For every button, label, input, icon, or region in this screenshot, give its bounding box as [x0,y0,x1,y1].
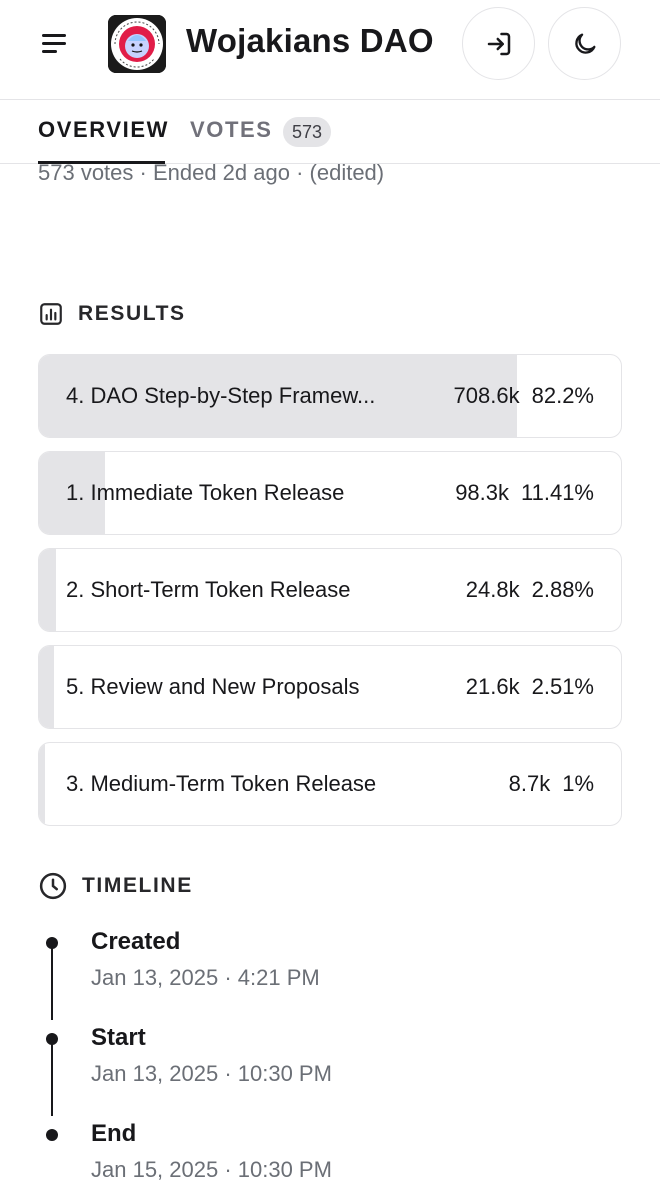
result-numbers: 98.3k 11.41% [455,452,594,534]
result-bar-fill [39,743,45,825]
timeline-event-title: End [91,1120,137,1147]
result-percentage: 2.88% [531,577,594,602]
clock-icon [39,872,67,900]
result-numbers: 21.6k 2.51% [466,646,594,728]
timeline-connector [51,1039,53,1116]
tab-votes[interactable]: VOTES [190,117,273,143]
result-row[interactable]: 1. Immediate Token Release 98.3k 11.41% [38,451,622,535]
result-row[interactable]: 3. Medium-Term Token Release 8.7k 1% [38,742,622,826]
timeline-event-date: Jan 15, 2025 · 10:30 PM [91,1157,332,1182]
result-row[interactable]: 4. DAO Step-by-Step Framew... 708.6k 82.2% [38,354,622,438]
result-numbers: 24.8k 2.88% [466,549,594,631]
result-vote-count: 24.8k [465,577,520,602]
timeline-section-header: TIMELINE [38,871,193,901]
result-percentage: 11.41% [521,480,594,505]
result-percentage: 82.2% [531,383,594,408]
result-vote-count: 708.6k [453,383,520,408]
votes-count-badge: 573 [283,117,332,147]
result-vote-count: 98.3k [455,480,510,505]
timeline-dot [46,937,58,949]
results-heading: RESULTS [78,302,186,325]
timeline-dot [46,1033,58,1045]
result-numbers: 708.6k 82.2% [454,355,594,437]
login-button[interactable] [462,7,535,80]
timeline-event-title: Start [91,1024,146,1051]
login-icon [487,32,510,55]
result-row[interactable]: 5. Review and New Proposals 21.6k 2.51% [38,645,622,729]
results-section-header: RESULTS [38,301,186,327]
result-choice-label: 1. Immediate Token Release [66,480,345,505]
timeline-event-title: Created [91,928,181,955]
timeline-heading: TIMELINE [82,874,193,897]
app-title: Wojakians DAO [186,22,434,59]
timeline-dot [46,1129,58,1141]
timeline-event-date: Jan 13, 2025 · 4:21 PM [91,965,320,990]
bar-chart-icon [40,303,62,325]
result-choice-label: 3. Medium-Term Token Release [66,771,377,796]
result-vote-count: 8.7k [508,771,551,796]
menu-icon[interactable] [38,30,72,60]
tab-bar: OVERVIEW VOTES 573 [0,100,660,164]
timeline-event-date: Jan 13, 2025 · 10:30 PM [91,1061,332,1086]
result-numbers: 8.7k 1% [509,743,594,825]
result-choice-label: 4. DAO Step-by-Step Framew... [66,383,376,408]
result-choice-label: 5. Review and New Proposals [66,674,360,699]
result-bar-fill [39,549,56,631]
theme-toggle-button[interactable] [548,7,621,80]
dao-logo[interactable] [108,15,166,73]
result-row[interactable]: 2. Short-Term Token Release 24.8k 2.88% [38,548,622,632]
result-choice-label: 2. Short-Term Token Release [66,577,351,602]
dao-logo-image [108,15,166,73]
timeline-connector [51,943,53,1020]
proposal-meta: 573 votes · Ended 2d ago · (edited) [38,160,385,185]
result-bar-fill [39,646,54,728]
result-percentage: 1% [562,771,594,796]
result-percentage: 2.51% [531,674,594,699]
tab-overview[interactable]: OVERVIEW [38,117,169,143]
moon-icon [574,33,595,54]
result-vote-count: 21.6k [465,674,520,699]
app-header: Wojakians DAO [0,0,660,100]
